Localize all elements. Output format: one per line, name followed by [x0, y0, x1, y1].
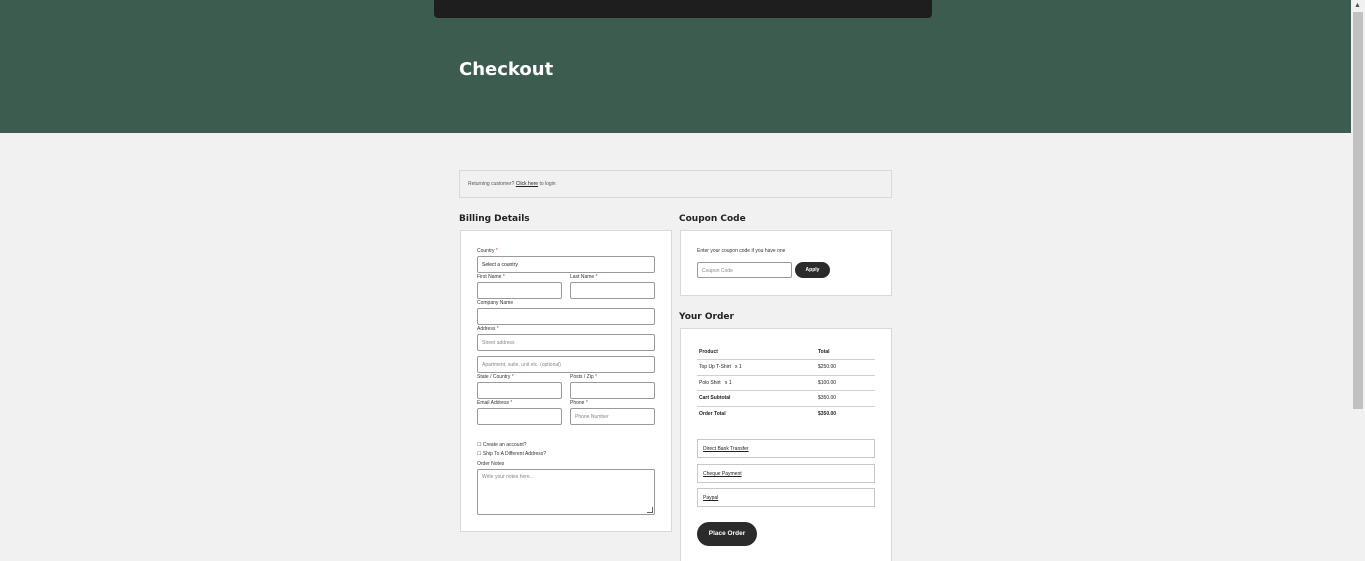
order-table: Product Total Top Up T-Shirt x 1 $250.00…: [697, 344, 875, 422]
order-title: Your Order: [679, 312, 734, 322]
table-row: Polo Shirt x 1 $100.00: [697, 375, 875, 391]
company-label: Company Name: [477, 300, 514, 306]
login-link[interactable]: Click here: [516, 181, 538, 187]
order-total-label: Order Total: [699, 411, 726, 417]
total-cell: $100.00: [816, 375, 875, 391]
product-cell: Top Up T-Shirt x 1: [697, 359, 816, 376]
payment-option-bank[interactable]: Direct Bank Transfer: [697, 439, 875, 458]
product-header: Product: [697, 344, 816, 360]
phone-field[interactable]: Phone Number: [570, 408, 655, 425]
order-notes-label: Order Notes: [477, 461, 505, 467]
apply-coupon-button[interactable]: Apply: [795, 262, 830, 278]
address-label: Address *: [477, 326, 499, 332]
first-name-label: First Name *: [477, 274, 505, 280]
coupon-hint: Enter your coupon code if you have one: [697, 248, 786, 254]
total-cell: $250.00: [816, 359, 875, 376]
last-name-field[interactable]: [570, 282, 655, 299]
coupon-input[interactable]: Coupon Code: [697, 262, 792, 278]
returning-suffix: to login: [539, 181, 556, 187]
country-label: Country *: [477, 248, 498, 254]
scrollbar-thumb[interactable]: [1353, 12, 1363, 409]
coupon-title: Coupon Code: [679, 214, 746, 224]
subtotal-row: Cart Subtotal $350.00: [697, 390, 875, 407]
billing-title: Billing Details: [459, 214, 530, 224]
state-label: State / Country *: [477, 374, 514, 380]
payment-option-paypal[interactable]: Paypal: [697, 488, 875, 507]
order-total-row: Order Total $350.00: [697, 406, 875, 422]
order-total-value: $350.00: [818, 411, 837, 417]
top-nav-bar: [434, 0, 932, 18]
resize-handle-icon[interactable]: [647, 507, 653, 513]
order-notes-textarea[interactable]: Write your notes here...: [477, 469, 655, 515]
scroll-up-icon[interactable]: ▲: [1354, 2, 1361, 10]
place-order-button[interactable]: Place Order: [697, 522, 757, 546]
total-header: Total: [816, 344, 875, 360]
ship-different-checkbox[interactable]: ☐ Ship To A Different Address?: [477, 451, 546, 457]
checkbox-icon[interactable]: ☐: [477, 451, 481, 457]
checkbox-icon[interactable]: ☐: [477, 442, 481, 448]
order-table-header: Product Total: [697, 344, 875, 360]
table-row: Top Up T-Shirt x 1 $250.00: [697, 359, 875, 376]
state-field[interactable]: [477, 382, 562, 399]
postcode-field[interactable]: [570, 382, 655, 399]
apartment-field[interactable]: Apartment, suite, unit etc. (optional): [477, 356, 655, 373]
email-label: Email Address *: [477, 400, 513, 406]
phone-label: Phone *: [570, 400, 588, 406]
page-header: Checkout: [0, 0, 1351, 133]
subtotal-value: $350.00: [816, 390, 875, 407]
product-cell: Polo Shirt x 1: [697, 375, 816, 391]
returning-prefix: Returning customer?: [468, 181, 515, 187]
payment-option-cheque[interactable]: Cheque Payment: [697, 464, 875, 483]
first-name-field[interactable]: [477, 282, 562, 299]
create-account-checkbox[interactable]: ☐ Create an account?: [477, 442, 527, 448]
page-title: Checkout: [459, 59, 554, 80]
postcode-label: Posts / Zip *: [570, 374, 597, 380]
street-address-field[interactable]: Street address: [477, 334, 655, 351]
country-select[interactable]: Select a country: [477, 256, 655, 273]
last-name-label: Last Name *: [570, 274, 598, 280]
subtotal-label: Cart Subtotal: [697, 390, 816, 407]
company-field[interactable]: [477, 308, 655, 325]
email-field[interactable]: [477, 408, 562, 425]
returning-customer-notice: Returning customer? Click here to login: [459, 170, 892, 198]
page-scrollbar[interactable]: ▲: [1351, 0, 1365, 561]
